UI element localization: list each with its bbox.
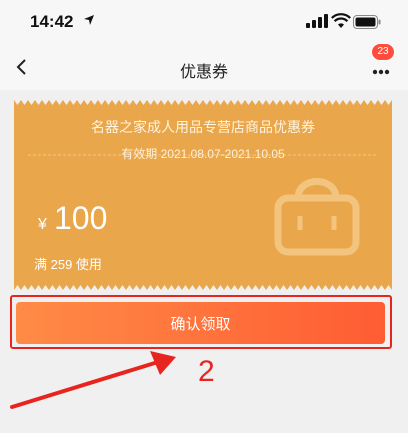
wifi-icon [331,13,351,28]
battery-icon [353,15,381,29]
coupon-amount: 100 [54,200,108,236]
annotation-step-number: 2 [198,355,215,388]
coupon-card: 名器之家成人用品专营店商品优惠券 有效期 2021.08.07-2021.10.… [14,100,392,290]
notification-badge: 23 [371,43,395,61]
page-title: 优惠券 [179,64,228,81]
location-arrow-icon [84,15,94,25]
coupon-validity: 有效期 2021.08.07-2021.10.05 [121,147,285,161]
status-time: 14:42 [30,12,74,31]
currency-symbol: ¥ [38,216,47,233]
cellular-signal-icon [306,14,328,28]
coupon-title: 名器之家成人用品专营店商品优惠券 [91,119,315,135]
coupon-condition: 满 259 使用 [34,257,102,272]
shopping-bag-icon [274,178,360,256]
claim-coupon-button[interactable]: 确认领取 [16,302,385,344]
